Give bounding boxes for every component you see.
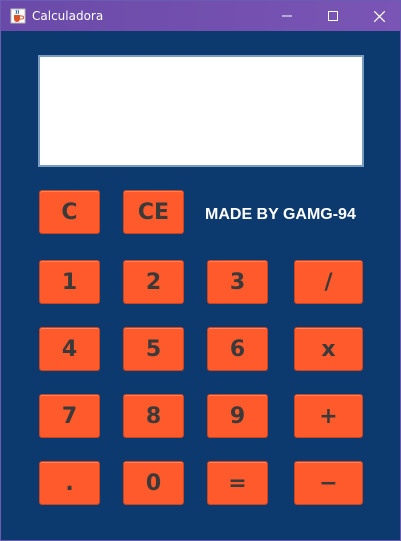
display-field[interactable] xyxy=(38,55,364,167)
minimize-icon xyxy=(282,11,292,21)
java-cup-icon xyxy=(10,8,26,24)
equals-button[interactable]: = xyxy=(207,461,268,505)
divide-button[interactable]: / xyxy=(294,260,363,304)
close-icon xyxy=(373,10,385,22)
digit-7-button[interactable]: 7 xyxy=(39,394,100,438)
maximize-button[interactable] xyxy=(310,1,356,31)
digit-5-button[interactable]: 5 xyxy=(123,327,184,371)
digit-2-button[interactable]: 2 xyxy=(123,260,184,304)
digit-9-button[interactable]: 9 xyxy=(207,394,268,438)
clear-button[interactable]: C xyxy=(39,190,100,234)
maximize-icon xyxy=(328,11,338,21)
decimal-point-button[interactable]: . xyxy=(39,461,100,505)
minimize-button[interactable] xyxy=(264,1,310,31)
credit-label: MADE BY GAMG-94 xyxy=(205,206,356,223)
title-bar[interactable]: Calculadora xyxy=(1,1,400,31)
digit-8-button[interactable]: 8 xyxy=(123,394,184,438)
digit-3-button[interactable]: 3 xyxy=(207,260,268,304)
multiply-button[interactable]: x xyxy=(294,327,363,371)
digit-0-button[interactable]: 0 xyxy=(123,461,184,505)
clear-entry-button[interactable]: CE xyxy=(123,190,184,234)
close-button[interactable] xyxy=(356,1,401,31)
plus-button[interactable]: + xyxy=(294,394,363,438)
digit-1-button[interactable]: 1 xyxy=(39,260,100,304)
digit-6-button[interactable]: 6 xyxy=(207,327,268,371)
calculator-body: C CE MADE BY GAMG-94 1 2 3 / 4 5 6 x 7 8… xyxy=(1,31,400,540)
minus-button[interactable]: − xyxy=(294,461,363,505)
window-title: Calculadora xyxy=(32,9,104,23)
digit-4-button[interactable]: 4 xyxy=(39,327,100,371)
calculator-window: Calculadora C CE MADE BY GAMG-94 1 2 3 /… xyxy=(0,0,401,541)
